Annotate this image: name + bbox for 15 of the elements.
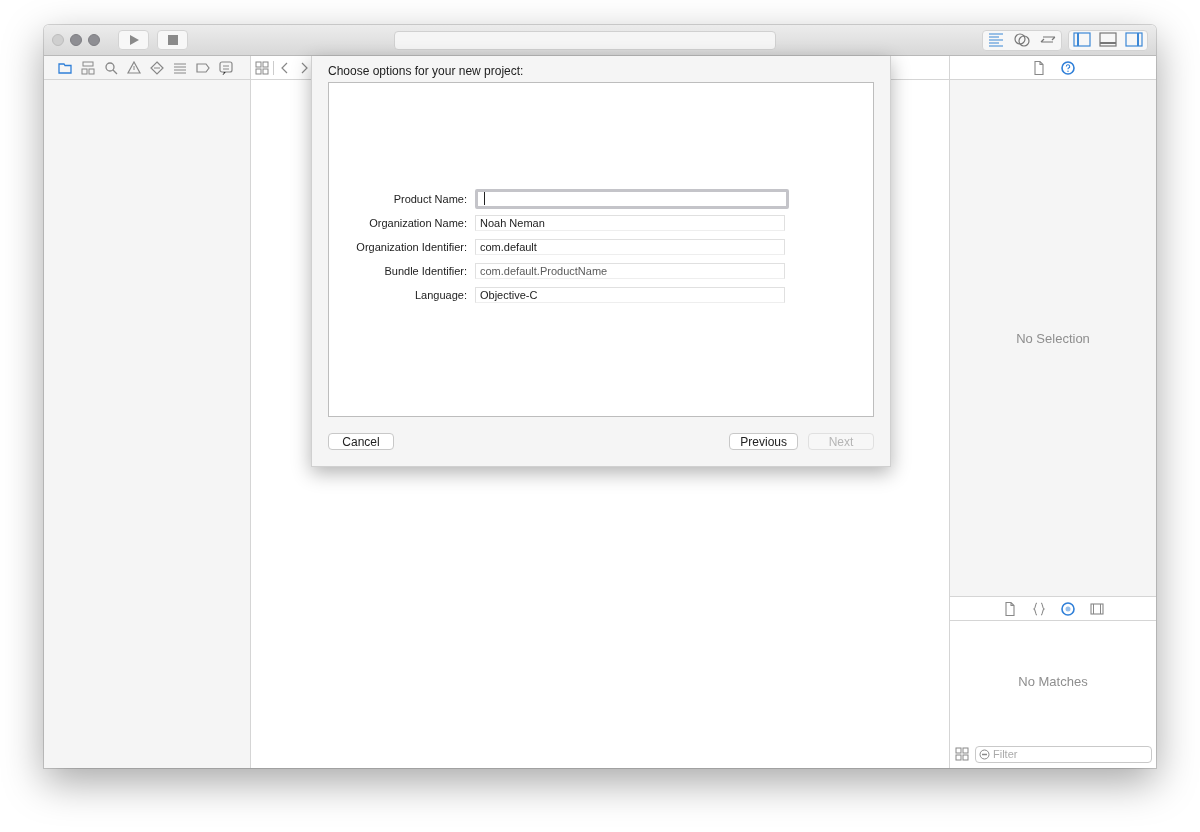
input-field[interactable]: com.default <box>475 238 785 255</box>
input-field[interactable]: Noah Neman <box>475 214 785 231</box>
dialog-button[interactable]: Cancel <box>328 433 394 450</box>
field-label: Organization Identifier: <box>356 240 467 253</box>
empty-message: No Selection <box>1016 330 1090 346</box>
field-label: Bundle Identifier: <box>384 264 467 277</box>
empty-message: No Matches <box>1018 674 1088 689</box>
dialog-button[interactable]: Previous <box>729 433 798 450</box>
field-label: Organization Name: <box>369 216 467 229</box>
field-label: Product Name: <box>393 192 467 205</box>
field-label: Language: <box>415 288 467 301</box>
input-field[interactable]: com.default.ProductName <box>475 262 785 279</box>
filter-field[interactable]: Filter <box>975 745 1152 763</box>
input-field[interactable]: Objective-C <box>475 286 785 303</box>
sheet-title: Choose options for your new project: <box>328 64 525 78</box>
